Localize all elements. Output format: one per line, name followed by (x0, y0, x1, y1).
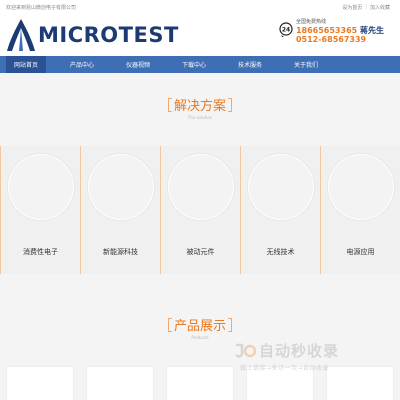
watermark-text: 自动秒收录 (259, 342, 340, 360)
nav-item-service[interactable]: 技术服务 (230, 56, 270, 73)
logo[interactable]: MICROTEST (6, 18, 179, 52)
top-links: 设为首页 | 加入收藏 (342, 4, 390, 11)
badge-number: 24 (282, 27, 290, 34)
nav-item-home[interactable]: 网站首页 (6, 56, 46, 73)
card-label: 电源应用 (346, 248, 375, 256)
set-homepage-link[interactable]: 设为首页 (342, 4, 362, 11)
page: 欢迎来到昆山微创电子有限公司 设为首页 | 加入收藏 MICROTEST 24 (0, 0, 400, 400)
solution-card-new-energy[interactable]: 新能源科技 (80, 146, 160, 274)
solutions-heading: 解决方案 The solution (0, 95, 400, 120)
phone-24h-icon: 24 (279, 22, 293, 37)
nav-item-videos[interactable]: 仪器视频 (118, 56, 158, 73)
solution-card-power[interactable]: 电源应用 (320, 146, 400, 274)
product-item[interactable] (6, 366, 74, 400)
card-label: 新能源科技 (103, 248, 138, 256)
hotline: 24 全国免费热线 18665653365 蒋先生 0512-68567339 (279, 19, 384, 44)
product-item[interactable] (166, 366, 234, 400)
card-image (7, 154, 74, 220)
nav-item-products[interactable]: 产品中心 (62, 56, 102, 73)
watermark-subtext: 做上链接→来访一次→自动收录 (240, 365, 330, 372)
solutions-subtitle: The solution (187, 115, 213, 120)
solutions-title: 解决方案 (167, 95, 233, 114)
watermark-logo-icon (235, 343, 256, 358)
hotline-phone-2: 0512-68567339 (295, 34, 367, 44)
nav-item-about[interactable]: 关于我们 (286, 56, 326, 73)
card-label: 消费性电子 (23, 248, 58, 256)
solutions-cards: 消费性电子 新能源科技 被动元件 无线技术 电源应用 (0, 146, 400, 274)
solution-card-passive[interactable]: 被动元件 (160, 146, 240, 274)
card-image (327, 154, 394, 220)
products-heading: 产品展示 Products (0, 315, 400, 340)
product-item[interactable] (86, 366, 154, 400)
card-image (167, 154, 234, 220)
welcome-text: 欢迎来到昆山微创电子有限公司 (6, 4, 77, 11)
main-nav: 网站首页 产品中心 仪器视频 下载中心 技术服务 关于我们 (0, 56, 400, 73)
add-favorite-link[interactable]: 加入收藏 (370, 4, 390, 11)
card-image (247, 154, 314, 220)
nav-item-downloads[interactable]: 下载中心 (174, 56, 214, 73)
products-title: 产品展示 (167, 315, 233, 334)
hotline-phone-1: 18665653365 蒋先生 (295, 25, 384, 35)
watermark: 自动秒收录 做上链接→来访一次→自动收录 (234, 340, 339, 372)
solution-card-consumer[interactable]: 消费性电子 (0, 146, 80, 274)
card-label: 被动元件 (186, 248, 215, 256)
card-image (87, 154, 154, 220)
solution-card-wireless[interactable]: 无线技术 (240, 146, 320, 274)
logo-icon (7, 19, 35, 51)
header: MICROTEST 24 全国免费热线 18665653365 蒋先生 0512… (0, 14, 400, 56)
products-subtitle: Products (191, 335, 209, 340)
top-bar: 欢迎来到昆山微创电子有限公司 设为首页 | 加入收藏 (0, 0, 400, 14)
logo-text: MICROTEST (38, 23, 179, 47)
card-label: 无线技术 (266, 248, 295, 256)
separator: | (365, 3, 367, 10)
